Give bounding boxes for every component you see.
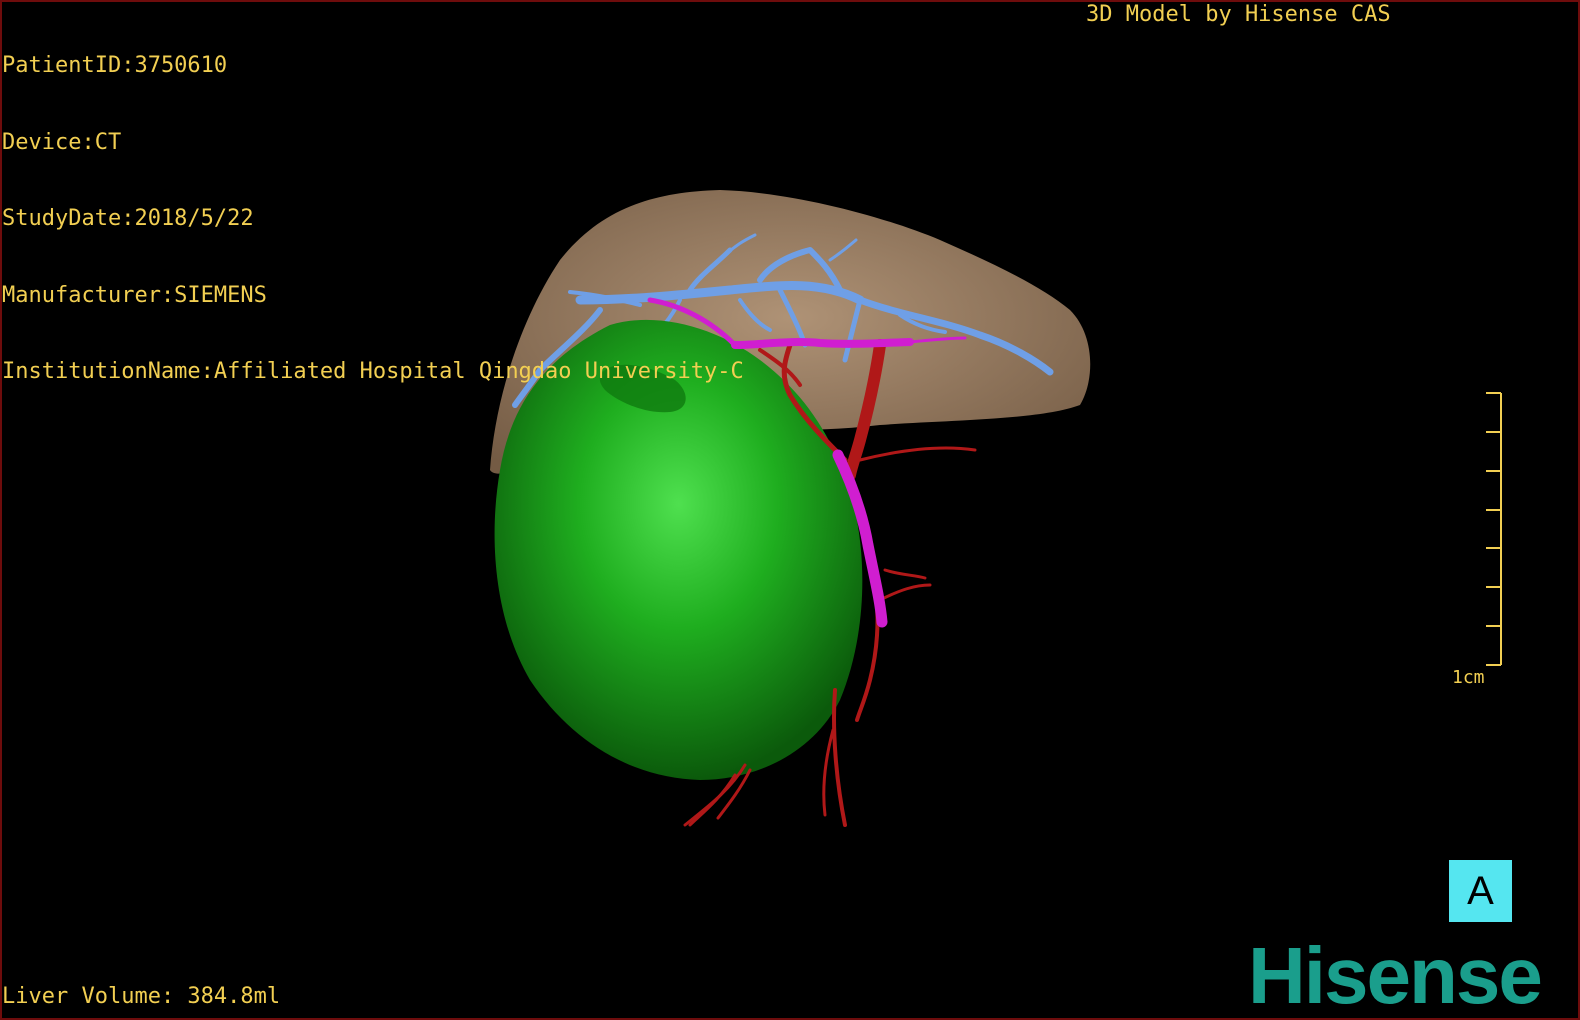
dicom-info-overlay: PatientID:3750610 Device:CT StudyDate:20… [2, 2, 744, 410]
hisense-logo: Hisense [1248, 935, 1543, 1015]
patient-id-text: PatientID:3750610 [2, 53, 228, 78]
study-date-text: StudyDate:2018/5/22 [2, 206, 254, 231]
liver-volume-text: Liver Volume: 384.8ml [2, 984, 281, 1009]
scale-bar-label: 1cm [1452, 667, 1485, 688]
manufacturer-text: Manufacturer:SIEMENS [2, 282, 267, 308]
device-text: Device:CT [2, 129, 122, 155]
institution-text: InstitutionName:Affiliated Hospital Qing… [2, 359, 744, 384]
scale-bar [1486, 392, 1502, 666]
hisense-logo-text: Hisense [1248, 935, 1541, 1015]
orientation-indicator[interactable]: A [1449, 860, 1512, 922]
model-credit-text: 3D Model by Hisense CAS [1086, 2, 1391, 27]
